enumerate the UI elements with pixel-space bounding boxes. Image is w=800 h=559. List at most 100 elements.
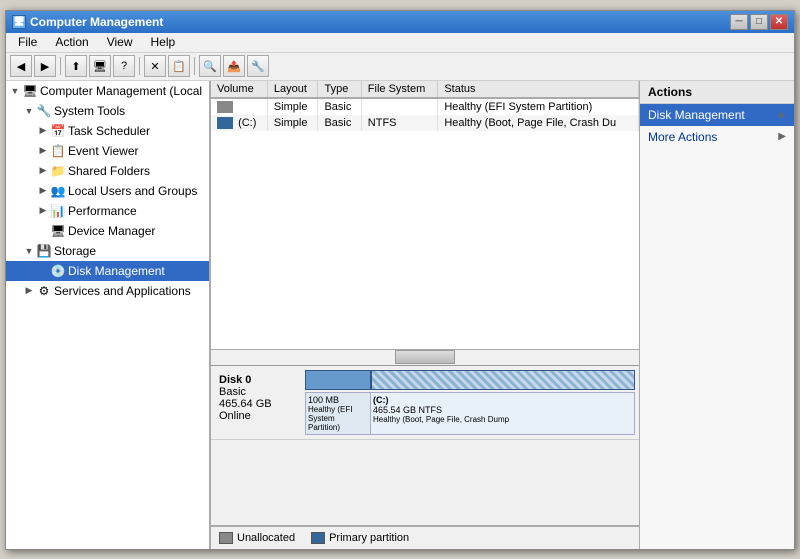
efi-partition-label[interactable]: 100 MB Healthy (EFI System Partition) — [305, 392, 371, 435]
disk-partitions: 100 MB Healthy (EFI System Partition) (C… — [305, 370, 635, 435]
disk-size: 465.64 GB — [219, 398, 301, 410]
disk-label: Disk 0 Basic 465.64 GB Online — [215, 370, 305, 435]
computer-management-window: 🖥 Computer Management ─ □ ✕ File Action … — [5, 10, 795, 550]
tree-services[interactable]: ▶ ⚙ Services and Applications — [6, 281, 209, 301]
system-tools-icon: 🔧 — [36, 103, 52, 119]
export-button[interactable]: 📤 — [223, 55, 245, 77]
table-wrapper[interactable]: Volume Layout Type File System Status — [211, 81, 639, 349]
tree-storage[interactable]: ▼ 💾 Storage — [6, 241, 209, 261]
shared-folders-label: Shared Folders — [68, 164, 150, 178]
row1-status: Healthy (EFI System Partition) — [438, 98, 639, 115]
forward-button[interactable]: ▶ — [34, 55, 56, 77]
expand-task-scheduler[interactable]: ▶ — [36, 124, 50, 138]
efi-desc-label: Healthy (EFI System Partition) — [308, 405, 368, 432]
computer-button[interactable]: 🖥 — [89, 55, 111, 77]
expand-device-manager[interactable] — [36, 224, 50, 238]
expand-event-viewer[interactable]: ▶ — [36, 144, 50, 158]
expand-local-users[interactable]: ▶ — [36, 184, 50, 198]
window-icon: 🖥 — [12, 15, 26, 29]
legend-primary: Primary partition — [311, 532, 409, 544]
up-button[interactable]: ⬆ — [65, 55, 87, 77]
col-filesystem[interactable]: File System — [361, 81, 438, 98]
partition-labels: 100 MB Healthy (EFI System Partition) (C… — [305, 392, 635, 435]
tree-task-scheduler[interactable]: ▶ 📅 Task Scheduler — [6, 121, 209, 141]
table-row[interactable]: Simple Basic Healthy (EFI System Partiti… — [211, 98, 639, 115]
delete-button[interactable]: ✕ — [144, 55, 166, 77]
settings-button[interactable]: 🔧 — [247, 55, 269, 77]
back-button[interactable]: ◀ — [10, 55, 32, 77]
row2-status: Healthy (Boot, Page File, Crash Du — [438, 115, 639, 131]
efi-partition-bar[interactable] — [305, 370, 371, 390]
tree-shared-folders[interactable]: ▶ 📁 Shared Folders — [6, 161, 209, 181]
action-more-actions[interactable]: More Actions ▶ — [640, 126, 794, 148]
performance-icon: 📊 — [50, 203, 66, 219]
local-users-label: Local Users and Groups — [68, 184, 197, 198]
tree-event-viewer[interactable]: ▶ 📋 Event Viewer — [6, 141, 209, 161]
legend-unallocated-box — [219, 532, 233, 544]
table-scrollbar-horizontal[interactable] — [211, 349, 639, 365]
row1-type: Basic — [318, 98, 361, 115]
properties-button[interactable]: 📋 — [168, 55, 190, 77]
tree-root[interactable]: ▼ 🖥 Computer Management (Local — [6, 81, 209, 101]
expand-system-tools[interactable]: ▼ — [22, 104, 36, 118]
col-type[interactable]: Type — [318, 81, 361, 98]
row1-layout: Simple — [267, 98, 318, 115]
legend-bar: Unallocated Primary partition — [211, 525, 639, 549]
row1-filesystem — [361, 98, 438, 115]
row1-volume — [211, 98, 267, 115]
menu-help[interactable]: Help — [143, 33, 184, 51]
close-button[interactable]: ✕ — [770, 14, 788, 30]
system-tools-label: System Tools — [54, 104, 125, 118]
expand-performance[interactable]: ▶ — [36, 204, 50, 218]
help-button[interactable]: ? — [113, 55, 135, 77]
col-layout[interactable]: Layout — [267, 81, 318, 98]
col-status[interactable]: Status — [438, 81, 639, 98]
action-more-actions-label: More Actions — [648, 130, 717, 144]
tree-device-manager[interactable]: 🖥 Device Manager — [6, 221, 209, 241]
performance-label: Performance — [68, 204, 137, 218]
title-bar-controls: ─ □ ✕ — [730, 14, 788, 30]
menu-file[interactable]: File — [10, 33, 45, 51]
search-button[interactable]: 🔍 — [199, 55, 221, 77]
expand-services[interactable]: ▶ — [22, 284, 36, 298]
expand-shared-folders[interactable]: ▶ — [36, 164, 50, 178]
event-viewer-label: Event Viewer — [68, 144, 138, 158]
expand-disk-management[interactable] — [36, 264, 50, 278]
expand-root[interactable]: ▼ — [8, 84, 22, 98]
event-viewer-icon: 📋 — [50, 143, 66, 159]
tree-disk-management[interactable]: 💿 Disk Management — [6, 261, 209, 281]
tree-system-tools[interactable]: ▼ 🔧 System Tools — [6, 101, 209, 121]
device-manager-icon: 🖥 — [50, 223, 66, 239]
maximize-button[interactable]: □ — [750, 14, 768, 30]
menu-action[interactable]: Action — [47, 33, 96, 51]
window-title: Computer Management — [30, 15, 163, 29]
col-volume[interactable]: Volume — [211, 81, 267, 98]
c-partition-label[interactable]: (C:) 465.54 GB NTFS Healthy (Boot, Page … — [371, 392, 635, 435]
local-users-icon: 👥 — [50, 183, 66, 199]
tree-local-users[interactable]: ▶ 👥 Local Users and Groups — [6, 181, 209, 201]
disk-table-area: Volume Layout Type File System Status — [211, 81, 639, 549]
action-disk-management[interactable]: Disk Management ▲ — [640, 104, 794, 126]
actions-header: Actions — [640, 81, 794, 104]
title-bar: 🖥 Computer Management ─ □ ✕ — [6, 11, 794, 33]
right-top: Volume Layout Type File System Status — [211, 81, 794, 549]
task-scheduler-label: Task Scheduler — [68, 124, 150, 138]
disk-management-icon: 💿 — [50, 263, 66, 279]
menu-view[interactable]: View — [99, 33, 141, 51]
shared-folders-icon: 📁 — [50, 163, 66, 179]
expand-storage[interactable]: ▼ — [22, 244, 36, 258]
scrollbar-thumb[interactable] — [395, 350, 455, 364]
tree-performance[interactable]: ▶ 📊 Performance — [6, 201, 209, 221]
row2-volume: (C:) — [211, 115, 267, 131]
root-icon: 🖥 — [22, 83, 38, 99]
services-label: Services and Applications — [54, 284, 191, 298]
legend-primary-box — [311, 532, 325, 544]
row2-layout: Simple — [267, 115, 318, 131]
c-partition-bar[interactable] — [371, 370, 635, 390]
table-row[interactable]: (C:) Simple Basic NTFS Healthy (Boot, Pa… — [211, 115, 639, 131]
minimize-button[interactable]: ─ — [730, 14, 748, 30]
row2-type: Basic — [318, 115, 361, 131]
menu-bar: File Action View Help — [6, 33, 794, 53]
disk-management-label: Disk Management — [68, 264, 165, 278]
c-drive-label: (C:) — [373, 395, 632, 405]
